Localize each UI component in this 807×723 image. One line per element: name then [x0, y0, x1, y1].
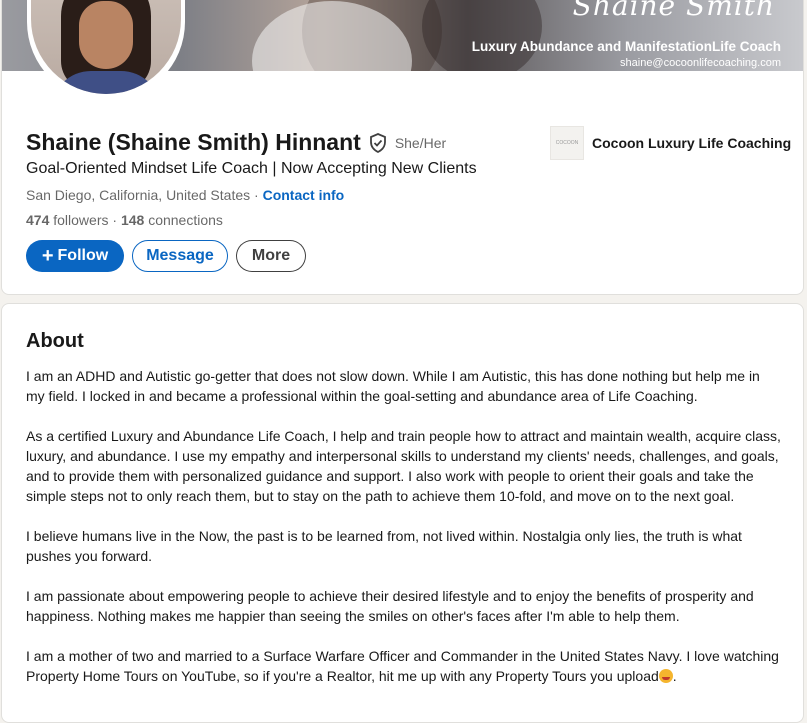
- about-card: About I am an ADHD and Autistic go-gette…: [1, 303, 804, 723]
- about-paragraph-suffix: .: [672, 668, 677, 684]
- banner-email: shaine@cocoonlifecoaching.com: [620, 57, 781, 69]
- network-stats: 474 followers · 148 connections: [26, 212, 223, 228]
- profile-actions: + Follow Message More: [26, 240, 306, 272]
- location-separator: ·: [250, 187, 263, 203]
- about-paragraph: As a certified Luxury and Abundance Life…: [26, 428, 781, 504]
- connections-count: 148: [120, 212, 145, 228]
- follow-label: Follow: [57, 247, 109, 264]
- follow-button[interactable]: + Follow: [26, 240, 124, 272]
- plus-icon: +: [41, 244, 54, 267]
- current-company[interactable]: COCOON Cocoon Luxury Life Coaching: [550, 126, 791, 160]
- about-paragraph: I am an ADHD and Autistic go-getter that…: [26, 368, 760, 404]
- banner-script-name: Shaine Smith: [572, 0, 775, 22]
- smiling-face-with-hearts-icon: [658, 669, 673, 683]
- pronouns: She/Her: [394, 134, 447, 151]
- about-paragraph: I believe humans live in the Now, the pa…: [26, 528, 742, 564]
- verified-shield-icon[interactable]: [368, 132, 388, 153]
- company-name: Cocoon Luxury Life Coaching: [592, 135, 792, 151]
- profile-headline: Goal-Oriented Mindset Life Coach | Now A…: [26, 160, 477, 177]
- location: San Diego, California, United States: [26, 187, 251, 203]
- about-paragraph: I am passionate about empowering people …: [26, 588, 754, 624]
- about-text: I am an ADHD and Autistic go-getter that…: [26, 366, 782, 706]
- followers-count: 474: [26, 212, 50, 228]
- profile-top-card: Shaine Smith Luxury Abundance and Manife…: [1, 0, 804, 295]
- about-paragraph-last: I am a mother of two and married to a Su…: [26, 646, 782, 686]
- more-button[interactable]: More: [236, 240, 306, 272]
- contact-info-link[interactable]: Contact info: [263, 187, 345, 203]
- banner-tagline: Luxury Abundance and ManifestationLife C…: [471, 39, 781, 54]
- profile-name: Shaine (Shaine Smith) Hinnant: [26, 129, 361, 155]
- name-row: Shaine (Shaine Smith) Hinnant She/Her: [26, 129, 446, 156]
- message-button[interactable]: Message: [132, 240, 228, 272]
- company-logo: COCOON: [550, 126, 584, 160]
- stats-separator: ·: [108, 212, 121, 228]
- company-logo-text: COCOON: [555, 140, 579, 146]
- connections-label: connections: [144, 212, 223, 228]
- followers-label: followers: [49, 212, 109, 228]
- profile-avatar[interactable]: [27, 0, 185, 101]
- about-title: About: [26, 330, 84, 352]
- location-row: San Diego, California, United States · C…: [26, 187, 344, 203]
